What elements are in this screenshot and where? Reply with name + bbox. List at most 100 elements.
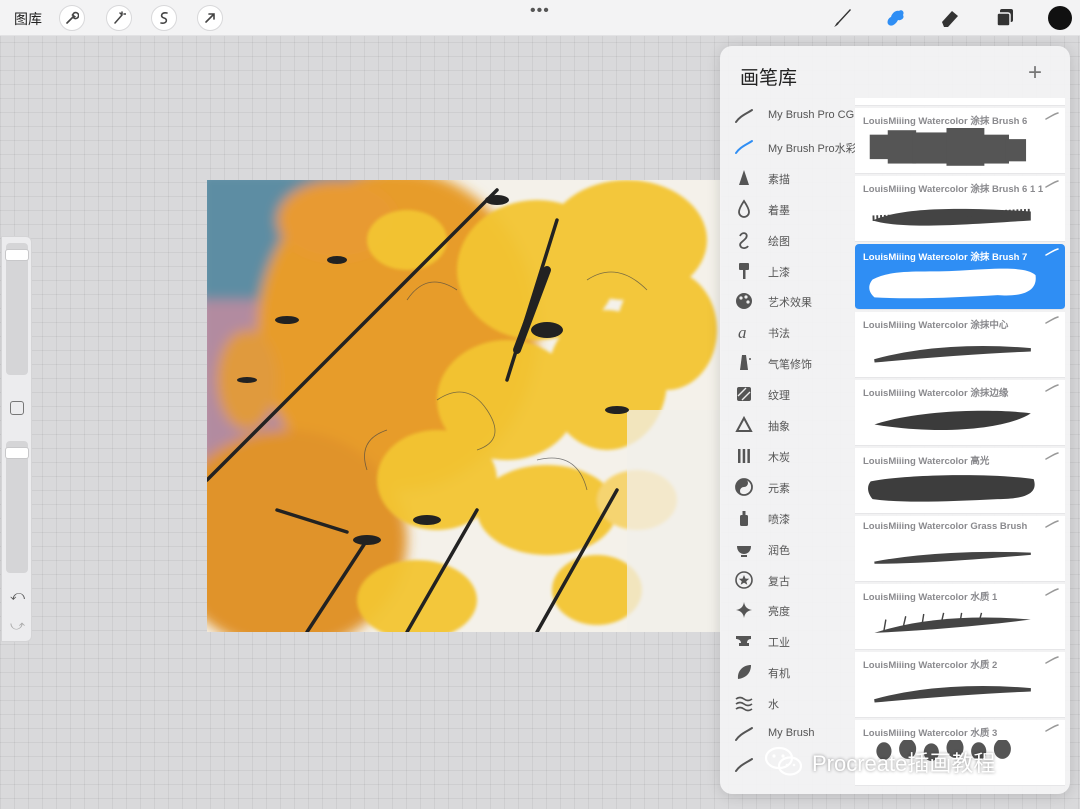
selection-icon[interactable] — [151, 5, 177, 31]
watermark-text: Procreate插画教程 — [812, 751, 996, 776]
undo-icon[interactable]: ⤺ — [10, 587, 25, 604]
brush-category-label: 书法 — [768, 328, 790, 341]
ink-drop-icon — [738, 199, 750, 218]
opacity-slider[interactable] — [5, 441, 29, 573]
brush-category-item[interactable]: 元素 — [720, 473, 855, 501]
brush-name: LouisMiiing Watercolor 涂抹边缘 — [863, 388, 1009, 399]
smudge-icon[interactable] — [882, 5, 908, 31]
eraser-icon[interactable] — [937, 5, 963, 31]
pencil-tip-icon — [739, 169, 749, 185]
brush-category-label: 艺术效果 — [768, 297, 812, 310]
brush-icon[interactable] — [829, 5, 855, 31]
brush-category-label: 元素 — [768, 482, 790, 495]
brush-edit-icon — [1045, 384, 1059, 392]
brush-category-label: 有机 — [768, 668, 790, 681]
brush-size-slider[interactable] — [5, 243, 29, 375]
bowl-icon — [737, 545, 751, 557]
gallery-button[interactable]: 图库 — [14, 9, 42, 29]
brush-stroke-preview — [874, 686, 1031, 703]
brush-name: LouisMiiing Watercolor 涂抹 Brush 6 — [863, 116, 1028, 127]
layers-icon[interactable] — [992, 5, 1018, 31]
brush-category-label: 复古 — [768, 575, 790, 588]
stroke-icon — [735, 727, 753, 741]
brush-category-item[interactable]: 绘图 — [720, 226, 855, 254]
brush-name: LouisMiiing Watercolor 涂抹 Brush 7 — [863, 252, 1028, 263]
brush-edit-icon — [1045, 588, 1059, 596]
brush-category-item[interactable]: 有机 — [720, 658, 855, 686]
brush-category-item[interactable]: My Brush Pro水彩 — [720, 133, 855, 161]
wechat-icon — [764, 746, 803, 776]
watercolor-flowers-painting — [207, 180, 721, 632]
left-sidebar: ⤺ ⤻ — [1, 236, 32, 642]
palette-icon — [736, 293, 752, 310]
brush-item[interactable]: LouisMiiing Watercolor 涂抹边缘 — [855, 380, 1065, 446]
color-swatch[interactable] — [1048, 6, 1072, 30]
svg-text:a: a — [738, 323, 747, 342]
brush-edit-icon — [1045, 112, 1059, 120]
brush-category-item[interactable]: 艺术效果 — [720, 287, 855, 315]
brush-category-item[interactable]: 润色 — [720, 535, 855, 563]
brush-category-label: 水 — [768, 699, 779, 712]
brush-item[interactable]: LouisMiiing Watercolor 涂抹 Brush 6 — [855, 108, 1065, 174]
brush-category-label: 亮度 — [768, 606, 790, 619]
brush-stroke-preview — [874, 551, 1031, 564]
brush-category-item[interactable]: My Brush Pro CG — [720, 102, 855, 130]
brush-category-item[interactable]: 着墨 — [720, 195, 855, 223]
brush-category-item[interactable]: 复古 — [720, 566, 855, 594]
watermark: Procreate插画教程 — [764, 742, 995, 782]
brush-name: LouisMiiing Watercolor Grass Brush — [863, 521, 1028, 532]
brush-item[interactable]: LouisMiiing Watercolor 水质 2 — [855, 652, 1065, 718]
brush-item[interactable]: LouisMiiing Watercolor 涂抹 Brush 6 1 1 — [855, 176, 1065, 242]
brush-category-label: 气笔修饰 — [768, 359, 812, 372]
brush-category-item[interactable]: 喷漆 — [720, 504, 855, 532]
anvil-icon — [736, 636, 751, 647]
redo-icon[interactable]: ⤻ — [10, 617, 25, 634]
brush-category-item[interactable]: 上漆 — [720, 257, 855, 285]
brush-category-item[interactable]: 亮度 — [720, 596, 855, 624]
leaf-icon — [737, 665, 751, 680]
brush-edit-icon — [1045, 520, 1059, 528]
brush-item[interactable]: LouisMiiing Watercolor 水质 1 — [855, 584, 1065, 650]
brush-category-item[interactable]: a 书法 — [720, 318, 855, 346]
wrench-icon[interactable] — [59, 5, 85, 31]
brush-category-item[interactable]: 素描 — [720, 164, 855, 192]
brush-category-item[interactable]: 纹理 — [720, 380, 855, 408]
brush-name: LouisMiiing Watercolor 水质 2 — [863, 660, 998, 671]
brush-category-label: My Brush Pro CG — [768, 109, 855, 121]
brush-item[interactable]: LouisMiiing Watercolor 高光 — [855, 448, 1065, 514]
modify-button[interactable] — [10, 401, 24, 415]
add-brush-button[interactable]: + — [1028, 59, 1042, 87]
brush-category-label: 工业 — [768, 637, 790, 650]
brush-name: LouisMiiing Watercolor 涂抹中心 — [863, 320, 1009, 331]
brush-name: LouisMiiing Watercolor 高光 — [863, 456, 990, 467]
brush-category-item[interactable]: 气笔修饰 — [720, 349, 855, 377]
brush-size-thumb[interactable] — [5, 249, 29, 261]
texture-icon — [737, 387, 751, 402]
yin-yang-icon — [735, 477, 753, 496]
brush-item-selected[interactable]: LouisMiiing Watercolor 涂抹 Brush 7 — [855, 244, 1065, 310]
magic-wand-icon[interactable] — [106, 5, 132, 31]
brush-category-item[interactable]: 水 — [720, 689, 855, 717]
brush-stroke-preview — [865, 98, 1045, 104]
brush-item[interactable] — [855, 98, 1065, 106]
brush-category-label: 抽象 — [768, 421, 790, 433]
canvas-artwork[interactable] — [207, 180, 721, 632]
paint-roller-icon — [739, 262, 749, 279]
airbrush-icon — [740, 355, 751, 371]
swirl-icon — [739, 231, 749, 249]
more-handle[interactable]: ••• — [530, 2, 550, 20]
brush-category-item[interactable]: 工业 — [720, 627, 855, 655]
brush-stroke-preview — [874, 346, 1031, 363]
brush-category-label: 纹理 — [768, 390, 790, 403]
brush-category-item[interactable]: 抽象 — [720, 411, 855, 439]
opacity-thumb[interactable] — [5, 447, 29, 459]
transform-arrow-icon[interactable] — [197, 5, 223, 31]
charcoal-icon — [738, 448, 750, 463]
brush-category-item[interactable]: 木炭 — [720, 442, 855, 470]
brush-item[interactable]: LouisMiiing Watercolor Grass Brush — [855, 516, 1065, 582]
brush-category-label: 润色 — [768, 544, 790, 557]
brush-library-panel: 画笔库 + My Brush Pro CG My Brush Pro水彩 素描 着墨绘… — [720, 46, 1070, 794]
brush-stroke-preview — [874, 410, 1031, 430]
stroke-icon — [735, 757, 753, 772]
brush-item[interactable]: LouisMiiing Watercolor 涂抹中心 — [855, 312, 1065, 378]
